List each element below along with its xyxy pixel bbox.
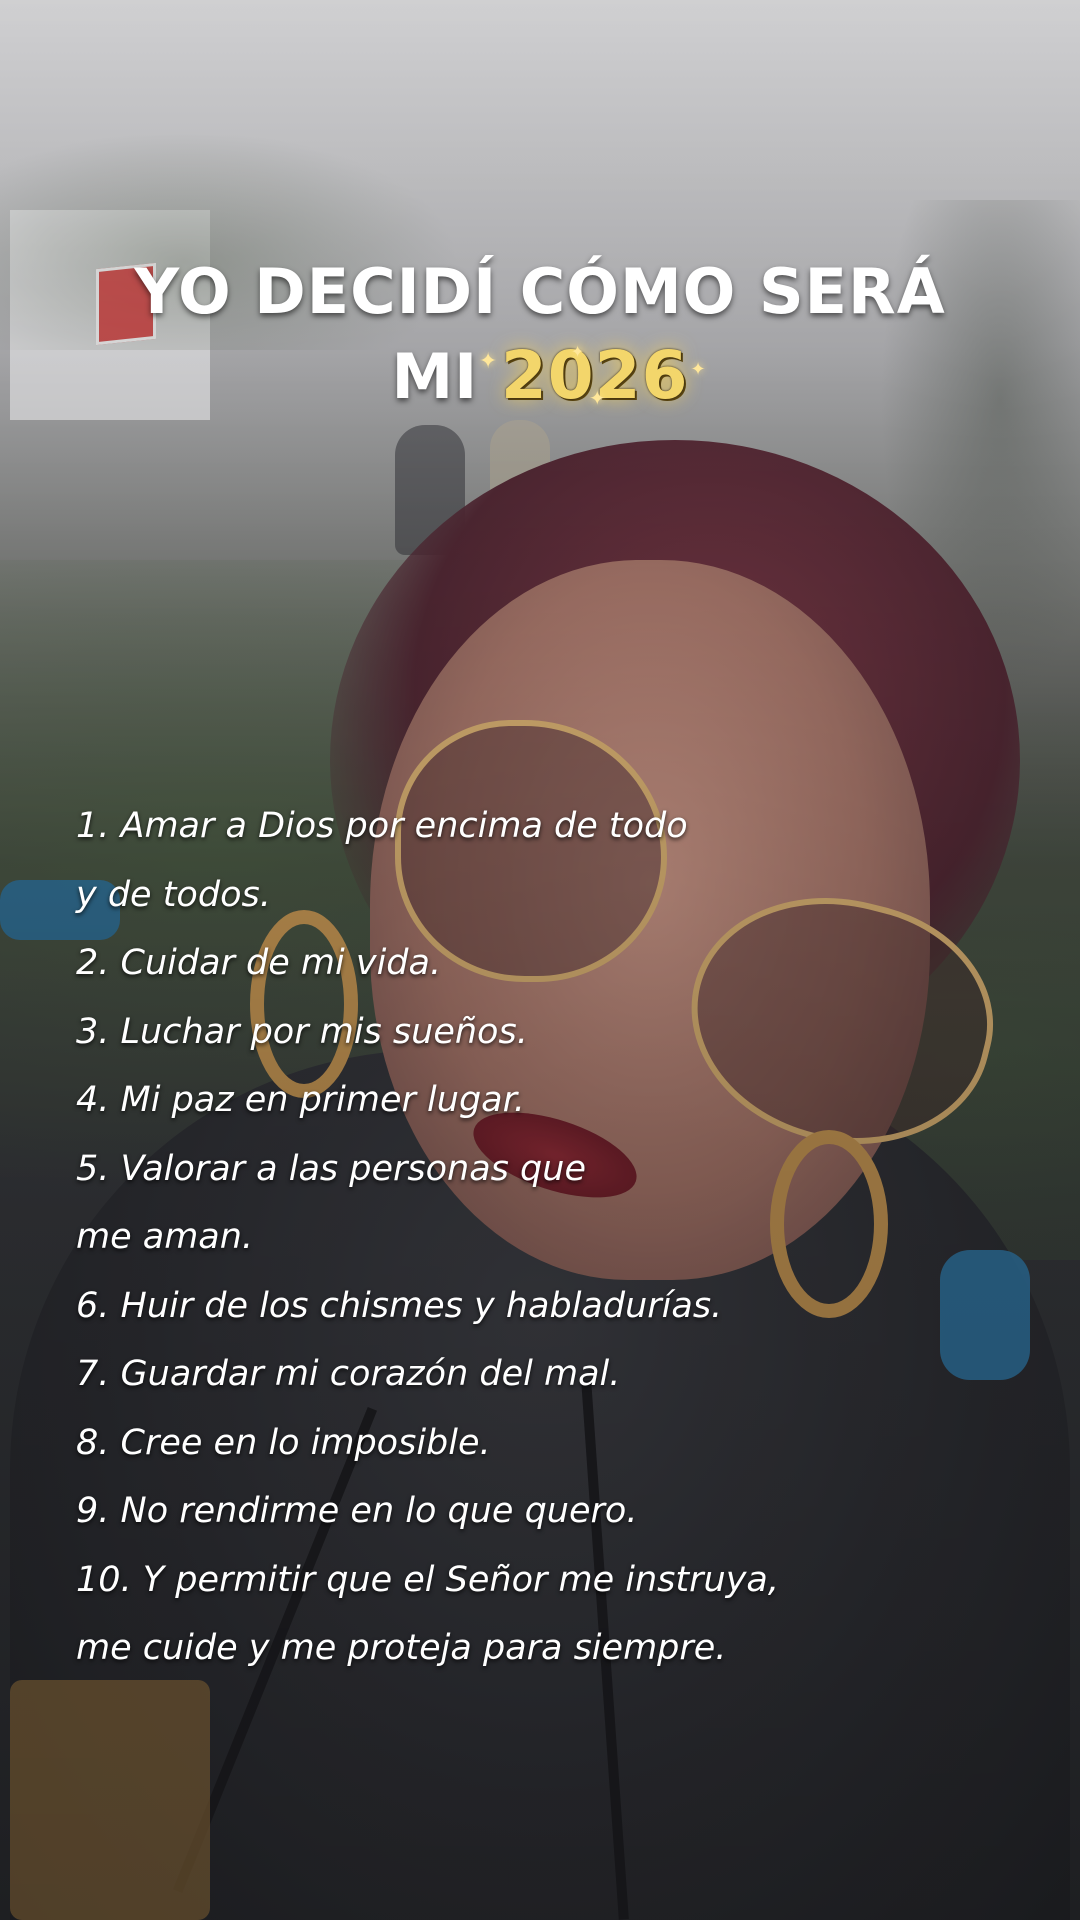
list-line: 1. Amar a Dios por encima de todo [76, 806, 688, 846]
list-line: y de todos. [76, 874, 271, 915]
list-line: 2. Cuidar de mi vida. [76, 943, 442, 983]
title-line-1: YO DECIDÍ CÓMO SERÁ [134, 255, 946, 328]
list-line: 3. Luchar por mis sueños. [76, 1011, 528, 1052]
sparkle-icon: ✦ [690, 359, 707, 380]
list-line: 7. Guardar mi corazón del mal. [76, 1354, 621, 1394]
list-line: me aman. [76, 1217, 254, 1257]
sparkle-icon: ✦ [478, 349, 499, 374]
list-line: me cuide y me proteja para siempre. [76, 1628, 727, 1668]
resolutions-list: 1. Amar a Dios por encima de todo y de to… [76, 792, 1036, 1683]
list-line: 6. Huir de los chismes y habladurías. [76, 1285, 723, 1326]
list-line: 10. Y permitir que el Señor me instruya, [76, 1559, 779, 1600]
list-line: 5. Valorar a las personas que [76, 1148, 586, 1189]
list-line: 4. Mi paz en primer lugar. [76, 1080, 525, 1120]
list-line: 8. Cree en lo imposible. [76, 1422, 491, 1463]
sparkle-icon: ✦ [570, 342, 586, 361]
title-prefix: MI [391, 340, 479, 413]
list-line: 9. No rendirme en lo que quero. [76, 1491, 638, 1531]
photo-frame: YO DECIDÍ CÓMO SERÁ MI 2026 ✦ ✦ ✦ ✦ 1. A… [0, 0, 1080, 1920]
overlay-title: YO DECIDÍ CÓMO SERÁ MI 2026 ✦ ✦ ✦ ✦ [0, 250, 1080, 419]
title-line-2: MI 2026 ✦ ✦ ✦ ✦ [0, 334, 1080, 419]
sparkle-icon: ✦ [588, 386, 607, 410]
title-year: 2026 ✦ ✦ ✦ ✦ [479, 334, 706, 418]
